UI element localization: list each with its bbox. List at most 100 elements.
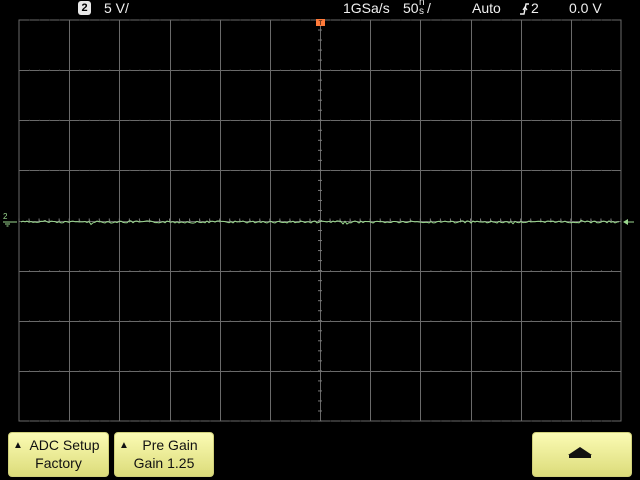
grid-dot	[139, 169, 141, 171]
grid-dot	[410, 19, 412, 21]
grid-dot	[540, 270, 542, 272]
grid-dot	[560, 320, 562, 322]
grid-dot	[560, 420, 562, 422]
grid-dot	[149, 320, 151, 322]
grid-dot	[99, 420, 101, 422]
grid-dot	[440, 320, 442, 322]
grid-dot	[360, 19, 362, 21]
grid-dot	[39, 270, 41, 272]
grid-dot	[510, 69, 512, 71]
grid-dot	[440, 19, 442, 21]
grid-dot	[460, 320, 462, 322]
grid-dot	[410, 69, 412, 71]
grid-dot	[49, 169, 51, 171]
grid-dot	[99, 19, 101, 21]
grid-dot	[600, 69, 602, 71]
softkey-value: Factory	[35, 455, 82, 471]
grid-dot	[480, 19, 482, 21]
grid-dot	[259, 420, 261, 422]
grid-dot	[580, 420, 582, 422]
grid-dot	[530, 119, 532, 121]
grid-dot	[299, 320, 301, 322]
grid-dot	[159, 420, 161, 422]
grid-dot	[510, 169, 512, 171]
grid-dot	[179, 69, 181, 71]
grid-dot	[29, 270, 30, 272]
grid-dot	[29, 19, 30, 21]
grid-dot	[350, 69, 352, 71]
grid-dot	[299, 69, 301, 71]
grid-dot	[159, 270, 161, 272]
grid-dot	[490, 320, 492, 322]
grid-dot	[330, 169, 331, 171]
grid-dot	[460, 19, 462, 21]
grid-dot	[400, 320, 402, 322]
grid-dot	[189, 69, 191, 71]
grid-dot	[330, 270, 331, 272]
grid-dot	[159, 119, 161, 121]
grid-dot	[450, 69, 452, 71]
grid-dot	[360, 169, 362, 171]
adc-setup-softkey[interactable]: ▲ ADC Setup Factory	[8, 432, 109, 477]
grid-dot	[89, 19, 91, 21]
grid-dot	[189, 119, 191, 121]
grid-dot	[159, 370, 161, 372]
softkey-label: Pre Gain	[142, 437, 198, 453]
grid-dot	[400, 370, 402, 372]
grid-dot	[540, 19, 542, 21]
grid-dot	[99, 270, 101, 272]
grid-dot	[49, 119, 51, 121]
grid-dot	[79, 169, 81, 171]
grid-dot	[450, 420, 452, 422]
grid-dot	[430, 420, 432, 422]
grid-dot	[239, 370, 241, 372]
grid-dot	[289, 169, 291, 171]
grid-dot	[289, 270, 291, 272]
grid-dot	[79, 420, 81, 422]
waveform-display[interactable]: T 2	[0, 0, 640, 432]
grid-dot	[400, 119, 402, 121]
grid-dot	[79, 119, 81, 121]
grid-dot	[540, 69, 542, 71]
grid-dot	[109, 119, 111, 121]
grid-dot	[289, 119, 291, 121]
grid-dot	[611, 19, 612, 21]
grid-dot	[159, 19, 161, 21]
grid-dot	[540, 370, 542, 372]
grid-dot	[550, 420, 552, 422]
grid-dot	[149, 19, 151, 21]
grid-dot	[139, 370, 141, 372]
grid-dot	[460, 119, 462, 121]
grid-dot	[340, 169, 342, 171]
grid-dot	[350, 19, 352, 21]
pre-gain-softkey[interactable]: ▲ Pre Gain Gain 1.25	[114, 432, 214, 477]
grid-dot	[109, 370, 111, 372]
grid-dot	[209, 119, 211, 121]
grid-dot	[279, 119, 281, 121]
grid-dot	[229, 169, 231, 171]
grid-dot	[59, 270, 61, 272]
grid-dot	[49, 420, 51, 422]
grid-dot	[360, 420, 362, 422]
grid-dot	[310, 320, 311, 322]
trigger-position-marker: T	[316, 19, 325, 27]
grid-dot	[109, 169, 111, 171]
back-up-softkey[interactable]	[532, 432, 632, 477]
grid-dot	[49, 19, 51, 21]
grid-dot	[59, 19, 61, 21]
grid-dot	[259, 320, 261, 322]
grid-dot	[550, 270, 552, 272]
grid-dot	[299, 169, 301, 171]
grid-dot	[580, 19, 582, 21]
grid-dot	[410, 270, 412, 272]
grid-dot	[611, 69, 612, 71]
grid-dot	[480, 169, 482, 171]
grid-dot	[279, 420, 281, 422]
grid-dot	[29, 69, 30, 71]
grid-dot	[510, 119, 512, 121]
grid-dot	[400, 420, 402, 422]
grid-dot	[179, 270, 181, 272]
grid-dot	[560, 69, 562, 71]
grid-dot	[129, 169, 131, 171]
grid-dot	[330, 320, 331, 322]
